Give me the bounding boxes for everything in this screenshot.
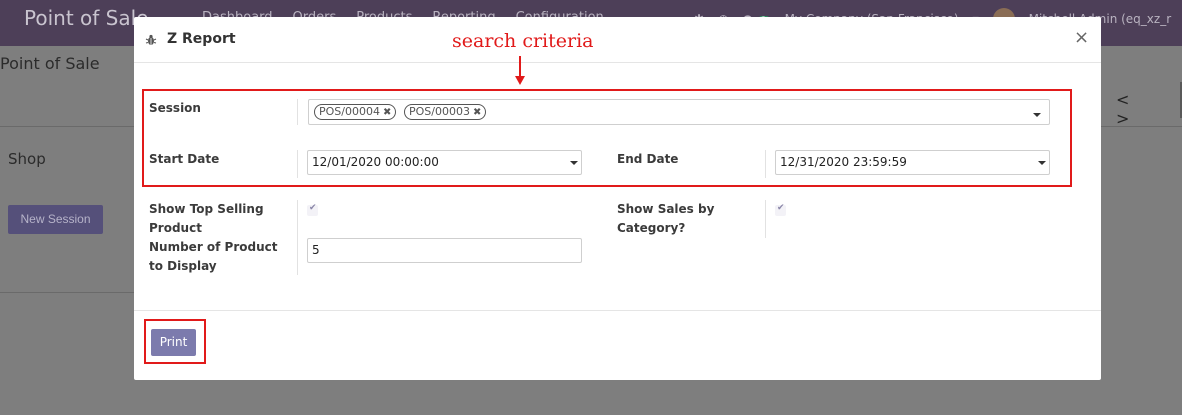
number-of-product-label: Number of Product to Display — [149, 240, 278, 273]
pager-arrows[interactable]: < > — [1116, 90, 1182, 128]
shop-card-title: Shop — [8, 150, 46, 168]
search-criteria-highlight — [142, 89, 1072, 187]
annotation-arrowhead-icon — [515, 76, 525, 85]
shop-card-divider — [0, 292, 134, 293]
search-criteria-annotation: search criteria — [452, 30, 594, 52]
show-sales-by-category-label: Show Sales by Category? — [617, 202, 715, 235]
left-column-separator — [297, 200, 298, 275]
modal-title: Z Report — [167, 31, 236, 47]
breadcrumb[interactable]: Point of Sale — [0, 54, 100, 73]
show-sales-by-category-checkbox[interactable]: ✔ — [775, 203, 786, 216]
z-report-dialog: Z Report × Session POS/00004 ✖ POS/00003 ✖… — [134, 17, 1101, 380]
show-top-selling-label: Show Top Selling Product — [149, 202, 264, 235]
right-column-separator — [765, 200, 766, 238]
close-icon[interactable]: × — [1074, 27, 1089, 48]
new-session-button[interactable]: New Session — [8, 205, 103, 234]
checkmark-icon: ✔ — [777, 203, 785, 213]
number-of-product-value: 5 — [312, 243, 320, 257]
modal-header: Z Report × — [134, 17, 1101, 63]
checkmark-icon: ✔ — [309, 203, 317, 213]
modal-footer-divider — [134, 310, 1101, 311]
annotation-arrow-icon — [519, 56, 521, 78]
bug-icon — [145, 34, 157, 45]
app-title[interactable]: Point of Sale — [24, 6, 148, 30]
show-top-selling-checkbox[interactable]: ✔ — [307, 203, 318, 216]
number-of-product-input[interactable]: 5 — [307, 238, 582, 263]
print-button-highlight — [144, 319, 206, 364]
